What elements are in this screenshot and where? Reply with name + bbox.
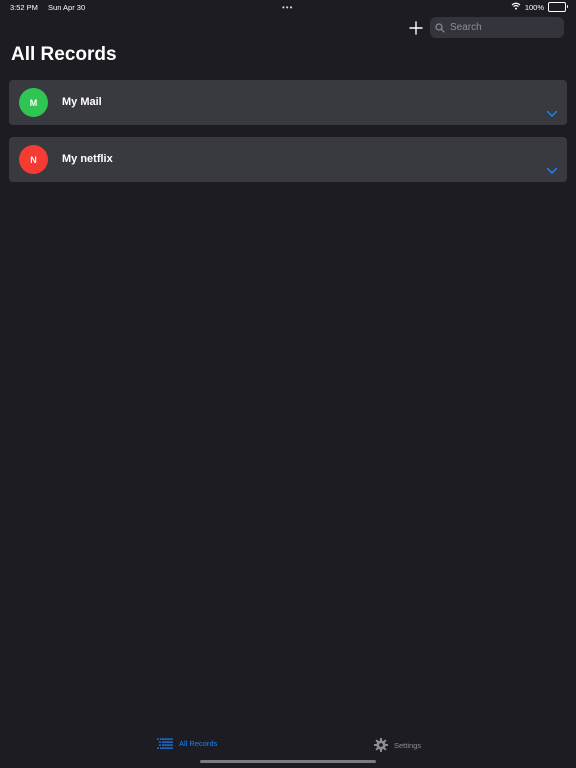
chevron-down-icon[interactable] bbox=[546, 167, 558, 175]
record-item-my-netflix[interactable]: N My netflix bbox=[9, 137, 567, 182]
tab-settings[interactable]: Settings bbox=[374, 738, 421, 752]
home-indicator[interactable] bbox=[200, 760, 376, 763]
search-input[interactable] bbox=[448, 21, 552, 34]
status-time-date: 3:52 PM Sun Apr 30 bbox=[10, 3, 85, 12]
avatar-initial: N bbox=[30, 154, 37, 165]
search-icon bbox=[435, 22, 445, 33]
status-bar: 3:52 PM Sun Apr 30 ••• 100% bbox=[0, 0, 576, 14]
status-date: Sun Apr 30 bbox=[48, 3, 86, 12]
plus-icon bbox=[409, 21, 423, 35]
avatar: N bbox=[19, 145, 48, 174]
battery-icon bbox=[548, 2, 568, 12]
record-name: My netflix bbox=[62, 153, 113, 165]
tab-bar: All Records Settings bbox=[0, 734, 576, 758]
tab-all-records[interactable]: All Records bbox=[157, 738, 217, 749]
page-title: All Records bbox=[11, 44, 117, 65]
avatar: M bbox=[19, 88, 48, 117]
battery-percent: 100% bbox=[524, 2, 544, 12]
tab-label: Settings bbox=[394, 740, 422, 750]
record-list: M My Mail N My netflix bbox=[9, 80, 567, 194]
wifi-icon bbox=[511, 2, 521, 12]
avatar-initial: M bbox=[29, 97, 38, 108]
list-icon bbox=[157, 738, 173, 749]
gear-icon bbox=[374, 738, 388, 752]
status-time: 3:52 PM bbox=[10, 3, 38, 12]
search-field[interactable] bbox=[430, 17, 564, 38]
chevron-down-icon[interactable] bbox=[546, 110, 558, 118]
multitasking-dots[interactable]: ••• bbox=[282, 3, 293, 12]
status-indicators: 100% bbox=[511, 2, 568, 12]
add-record-button[interactable] bbox=[406, 18, 426, 38]
record-name: My Mail bbox=[62, 96, 102, 108]
record-item-my-mail[interactable]: M My Mail bbox=[9, 80, 567, 125]
tab-label: All Records bbox=[179, 739, 218, 748]
